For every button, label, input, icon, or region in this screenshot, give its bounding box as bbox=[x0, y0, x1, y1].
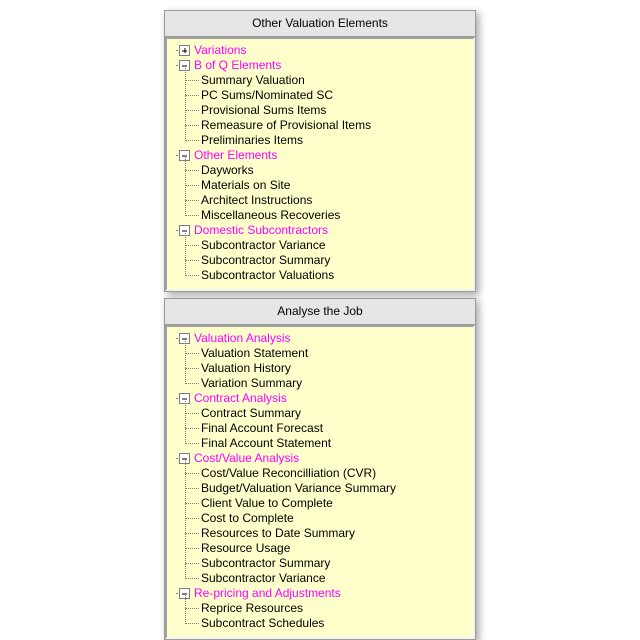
panel-title: Analyse the Job bbox=[165, 299, 475, 325]
tree-leaf[interactable]: Architect Instructions bbox=[201, 193, 469, 208]
tree-leaf[interactable]: Subcontractor Variance bbox=[201, 571, 469, 586]
tree-node-label: Other Elements bbox=[194, 148, 277, 163]
tree-leaf[interactable]: Dayworks bbox=[201, 163, 469, 178]
tree-children: Valuation Statement Valuation History Va… bbox=[185, 346, 469, 391]
tree-node-label: Re-pricing and Adjustments bbox=[194, 586, 341, 601]
tree-leaf[interactable]: Remeasure of Provisional Items bbox=[201, 118, 469, 133]
tree-leaf-label: Cost to Complete bbox=[201, 511, 294, 525]
tree-leaf[interactable]: Subcontractor Summary bbox=[201, 556, 469, 571]
tree-leaf-label: Client Value to Complete bbox=[201, 496, 333, 510]
tree-leaf-label: Final Account Statement bbox=[201, 436, 331, 450]
panel-body: Valuation Analysis Valuation Statement V… bbox=[165, 325, 475, 639]
tree-leaf[interactable]: Subcontract Schedules bbox=[201, 616, 469, 631]
tree-leaf-label: Cost/Value Reconcilliation (CVR) bbox=[201, 466, 376, 480]
tree-leaf-label: Summary Valuation bbox=[201, 73, 305, 87]
tree-leaf-label: Preliminaries Items bbox=[201, 133, 303, 147]
tree-node-re-pricing-and-adjustments[interactable]: Re-pricing and Adjustments bbox=[171, 586, 469, 601]
tree-leaf-label: Subcontractor Summary bbox=[201, 556, 330, 570]
tree-leaf[interactable]: Subcontractor Variance bbox=[201, 238, 469, 253]
tree-node-label: Valuation Analysis bbox=[194, 331, 291, 346]
tree-leaf-label: Contract Summary bbox=[201, 406, 301, 420]
tree-children: Summary Valuation PC Sums/Nominated SC P… bbox=[185, 73, 469, 148]
tree-leaf-label: Architect Instructions bbox=[201, 193, 312, 207]
tree-children: Contract Summary Final Account Forecast … bbox=[185, 406, 469, 451]
tree-leaf-label: Dayworks bbox=[201, 163, 254, 177]
tree-leaf[interactable]: Resources to Date Summary bbox=[201, 526, 469, 541]
tree-leaf[interactable]: Reprice Resources bbox=[201, 601, 469, 616]
tree-children: Dayworks Materials on Site Architect Ins… bbox=[185, 163, 469, 223]
expand-icon[interactable] bbox=[179, 45, 190, 56]
tree-node-label: Domestic Subcontractors bbox=[194, 223, 328, 238]
tree-node-label: B of Q Elements bbox=[194, 58, 281, 73]
tree-children: Subcontractor Variance Subcontractor Sum… bbox=[185, 238, 469, 283]
tree-leaf[interactable]: Contract Summary bbox=[201, 406, 469, 421]
tree-leaf[interactable]: Materials on Site bbox=[201, 178, 469, 193]
tree-leaf-label: Final Account Forecast bbox=[201, 421, 323, 435]
tree-leaf-label: Subcontractor Variance bbox=[201, 238, 326, 252]
tree-leaf[interactable]: Miscellaneous Recoveries bbox=[201, 208, 469, 223]
tree-leaf[interactable]: Preliminaries Items bbox=[201, 133, 469, 148]
tree-children: Reprice Resources Subcontract Schedules bbox=[185, 601, 469, 631]
tree-leaf-label: Resources to Date Summary bbox=[201, 526, 355, 540]
tree-leaf-label: Budget/Valuation Variance Summary bbox=[201, 481, 396, 495]
tree-leaf[interactable]: Client Value to Complete bbox=[201, 496, 469, 511]
tree-leaf-label: PC Sums/Nominated SC bbox=[201, 88, 333, 102]
panel-body: Variations B of Q Elements Summary Valua… bbox=[165, 37, 475, 291]
tree-leaf-label: Remeasure of Provisional Items bbox=[201, 118, 371, 132]
tree-node-label: Variations bbox=[194, 43, 246, 58]
tree-node-cost-value-analysis[interactable]: Cost/Value Analysis bbox=[171, 451, 469, 466]
tree-leaf-label: Provisional Sums Items bbox=[201, 103, 326, 117]
tree-leaf-label: Materials on Site bbox=[201, 178, 290, 192]
tree-leaf-label: Miscellaneous Recoveries bbox=[201, 208, 340, 222]
tree: Valuation Analysis Valuation Statement V… bbox=[171, 331, 469, 631]
tree-node-b-of-q-elements[interactable]: B of Q Elements bbox=[171, 58, 469, 73]
panel-title: Other Valuation Elements bbox=[165, 11, 475, 37]
tree-leaf[interactable]: Subcontractor Valuations bbox=[201, 268, 469, 283]
tree-leaf-label: Subcontract Schedules bbox=[201, 616, 324, 630]
tree-leaf-label: Valuation Statement bbox=[201, 346, 308, 360]
tree-leaf-label: Variation Summary bbox=[201, 376, 302, 390]
tree: Variations B of Q Elements Summary Valua… bbox=[171, 43, 469, 283]
tree-leaf[interactable]: Budget/Valuation Variance Summary bbox=[201, 481, 469, 496]
tree-leaf[interactable]: Final Account Forecast bbox=[201, 421, 469, 436]
tree-leaf[interactable]: Final Account Statement bbox=[201, 436, 469, 451]
tree-leaf[interactable]: Provisional Sums Items bbox=[201, 103, 469, 118]
tree-node-contract-analysis[interactable]: Contract Analysis bbox=[171, 391, 469, 406]
tree-node-label: Cost/Value Analysis bbox=[194, 451, 299, 466]
tree-leaf[interactable]: Cost/Value Reconcilliation (CVR) bbox=[201, 466, 469, 481]
tree-leaf[interactable]: Summary Valuation bbox=[201, 73, 469, 88]
tree-leaf[interactable]: PC Sums/Nominated SC bbox=[201, 88, 469, 103]
tree-leaf[interactable]: Valuation History bbox=[201, 361, 469, 376]
tree-node-domestic-subcontractors[interactable]: Domestic Subcontractors bbox=[171, 223, 469, 238]
tree-leaf[interactable]: Resource Usage bbox=[201, 541, 469, 556]
tree-node-label: Contract Analysis bbox=[194, 391, 287, 406]
tree-leaf-label: Valuation History bbox=[201, 361, 291, 375]
tree-leaf-label: Subcontractor Valuations bbox=[201, 268, 334, 282]
tree-leaf-label: Subcontractor Variance bbox=[201, 571, 326, 585]
tree-node-other-elements[interactable]: Other Elements bbox=[171, 148, 469, 163]
tree-leaf[interactable]: Subcontractor Summary bbox=[201, 253, 469, 268]
tree-leaf-label: Subcontractor Summary bbox=[201, 253, 330, 267]
tree-leaf-label: Reprice Resources bbox=[201, 601, 303, 615]
panel-analyse-the-job: Analyse the Job Valuation Analysis Valua… bbox=[164, 298, 476, 640]
tree-node-valuation-analysis[interactable]: Valuation Analysis bbox=[171, 331, 469, 346]
tree-node-variations[interactable]: Variations bbox=[171, 43, 469, 58]
panel-other-valuation-elements: Other Valuation Elements Variations B of… bbox=[164, 10, 476, 292]
tree-leaf[interactable]: Valuation Statement bbox=[201, 346, 469, 361]
panel-stack: Other Valuation Elements Variations B of… bbox=[164, 10, 476, 640]
tree-children: Cost/Value Reconcilliation (CVR) Budget/… bbox=[185, 466, 469, 586]
tree-leaf-label: Resource Usage bbox=[201, 541, 290, 555]
tree-leaf[interactable]: Cost to Complete bbox=[201, 511, 469, 526]
tree-leaf[interactable]: Variation Summary bbox=[201, 376, 469, 391]
